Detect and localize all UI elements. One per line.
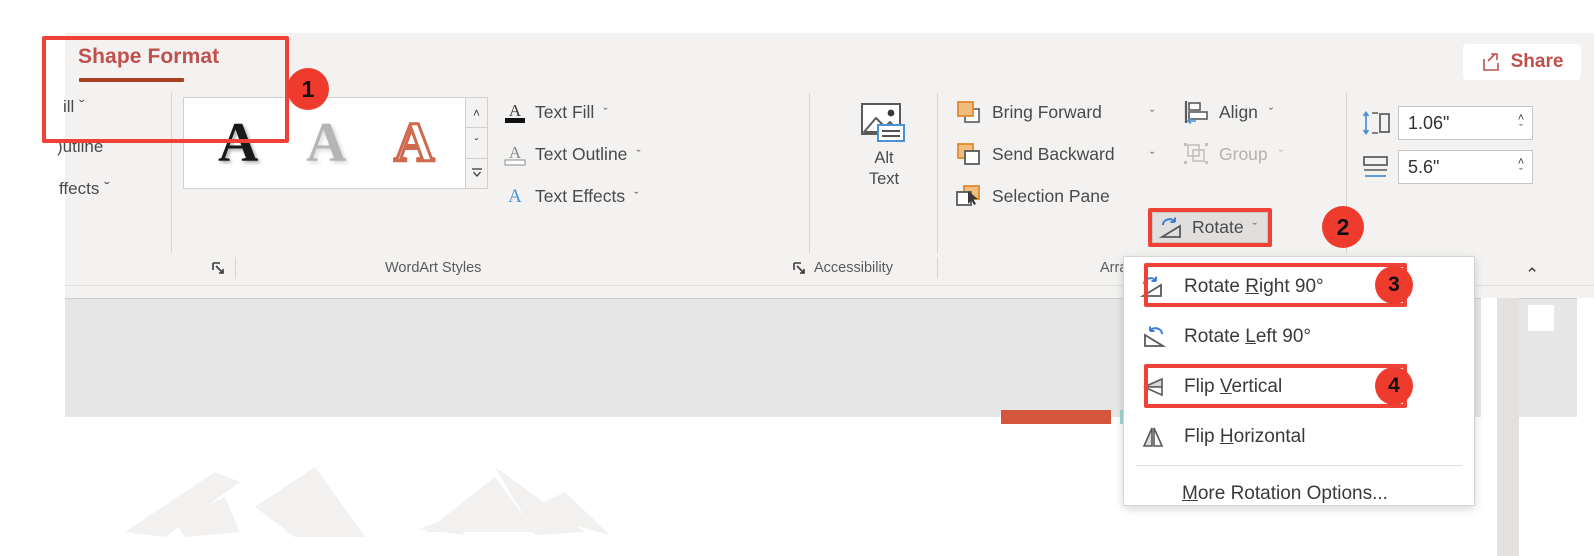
shape-height-field[interactable]: 1.06" ˄ ˇ [1398, 106, 1533, 140]
text-effects-chevron-icon[interactable]: ˇ [634, 189, 638, 204]
shape-height-icon [1362, 111, 1390, 135]
svg-text:A: A [509, 143, 522, 162]
text-effects-button[interactable]: A Text Effects ˇ [502, 183, 638, 209]
bring-forward-icon [957, 101, 980, 123]
bring-forward-button[interactable]: Bring Forward [955, 99, 1102, 125]
wordart-more-button[interactable] [466, 159, 487, 188]
powerpoint-screenshot: Shape Format Share ill ˇ )utline ˇ ffect… [0, 0, 1594, 556]
accessibility-dialog-launcher[interactable] [792, 261, 808, 277]
send-backward-icon [957, 143, 980, 165]
text-fill-button[interactable]: A Text Fill ˇ [502, 99, 608, 125]
share-button-label: Share [1510, 51, 1564, 72]
shape-height-spin-down[interactable]: ˇ [1519, 123, 1523, 134]
scroll-up-button[interactable] [1528, 305, 1554, 331]
bring-forward-chevron-icon[interactable]: ˇ [1150, 107, 1154, 122]
alt-text-label-line1: Alt [874, 149, 894, 167]
group-label-wordart-styles: WordArt Styles [385, 260, 482, 276]
shape-width-spinner[interactable]: ˄ ˇ [1510, 151, 1532, 183]
shape-width-field[interactable]: 5.6" ˄ ˇ [1398, 150, 1533, 184]
wordart-preview-2[interactable]: A [306, 115, 346, 171]
menu-item-flip-horizontal-label: Flip Horizontal [1184, 426, 1306, 447]
group-button: Group ˇ [1182, 141, 1283, 167]
wordart-scroll-down-button[interactable]: ˇ [466, 128, 487, 159]
slide-shape-orange-bar[interactable] [1001, 410, 1111, 424]
menu-item-flip-horizontal[interactable]: Flip Horizontal [1124, 412, 1474, 462]
annotation-badge-4: 4 [1375, 367, 1413, 405]
annotation-box-rotate-right-90 [1144, 263, 1407, 307]
menu-item-more-rotation-options[interactable]: More Rotation Options... [1124, 469, 1474, 519]
flip-horizontal-icon [1140, 424, 1166, 450]
annotation-badge-3: 3 [1375, 266, 1413, 304]
wordart-preview-3[interactable]: A [392, 114, 435, 173]
decorative-watermark-shapes [125, 467, 610, 537]
align-chevron-icon[interactable]: ˇ [1269, 105, 1273, 120]
text-fill-label: Text Fill [535, 101, 595, 122]
annotation-box-shape-format-tab [42, 36, 289, 143]
shape-effects-button[interactable]: ffects ˇ [59, 179, 110, 199]
menu-item-more-rotation-options-label: More Rotation Options... [1182, 483, 1388, 504]
text-effects-label: Text Effects [535, 185, 626, 206]
shape-height-spinner[interactable]: ˄ ˇ [1510, 107, 1532, 139]
send-backward-button[interactable]: Send Backward [955, 141, 1115, 167]
group-separator-3 [937, 93, 938, 253]
group-icon [1184, 143, 1208, 164]
wordart-styles-dialog-launcher[interactable] [211, 261, 227, 277]
ribbon-body: ill ˇ )utline ˇ ffects ˇ A A A ˄ ˇ A Tex… [57, 91, 1594, 268]
group-separator-2 [809, 93, 810, 253]
alt-text-button[interactable]: Alt Text [846, 95, 922, 193]
wordart-scroll-up-button[interactable]: ˄ [466, 98, 487, 129]
align-button[interactable]: Align ˇ [1182, 99, 1273, 125]
shape-width-spin-up[interactable]: ˄ [1518, 156, 1524, 167]
annotation-box-rotate-button [1148, 208, 1272, 247]
group-chevron-icon: ˇ [1278, 146, 1283, 162]
text-outline-label: Text Outline [535, 143, 628, 164]
menu-item-rotate-left-90-label: Rotate Left 90° [1184, 326, 1311, 347]
share-button[interactable]: Share [1463, 44, 1581, 80]
shape-width-spin-down[interactable]: ˇ [1519, 167, 1523, 178]
align-icon [1184, 101, 1208, 125]
wordart-more-icon [471, 168, 482, 178]
label-separator-1 [235, 257, 236, 279]
align-label: Align [1219, 101, 1258, 122]
share-icon [1482, 53, 1499, 71]
bring-forward-label: Bring Forward [992, 101, 1102, 122]
group-label-accessibility: Accessibility [814, 260, 893, 276]
menu-separator [1136, 465, 1462, 466]
canvas-right-margin [1481, 298, 1497, 556]
rotate-left-90-icon [1140, 324, 1166, 350]
alt-text-label-line2: Text [868, 169, 900, 188]
text-effects-icon: A [508, 186, 522, 207]
alt-text-image-icon [861, 103, 905, 142]
annotation-badge-2: 2 [1322, 206, 1364, 248]
text-fill-chevron-icon[interactable]: ˇ [603, 105, 607, 120]
svg-text:A: A [509, 101, 522, 120]
group-label: Group [1219, 143, 1268, 164]
annotation-badge-1: 1 [287, 68, 329, 110]
shape-width-icon [1363, 156, 1388, 177]
text-outline-chevron-icon[interactable]: ˇ [636, 147, 640, 162]
svg-text:A: A [508, 186, 522, 207]
text-fill-icon: A [505, 101, 525, 123]
send-backward-chevron-icon[interactable]: ˇ [1150, 149, 1154, 164]
menu-item-rotate-left-90[interactable]: Rotate Left 90° [1124, 312, 1474, 362]
shape-height-spin-up[interactable]: ˄ [1518, 112, 1524, 123]
annotation-box-flip-vertical [1144, 364, 1407, 408]
vertical-scrollbar[interactable] [1497, 298, 1519, 556]
selection-pane-label: Selection Pane [992, 185, 1110, 206]
label-separator-2 [937, 257, 938, 279]
selection-pane-icon [956, 185, 980, 206]
text-outline-button[interactable]: A Text Outline ˇ [502, 141, 641, 167]
text-outline-icon: A [504, 143, 526, 166]
wordart-gallery-scroll-controls: ˄ ˇ [466, 97, 488, 189]
selection-pane-button[interactable]: Selection Pane [955, 183, 1110, 209]
collapse-ribbon-chevron-icon[interactable]: ⌃ [1525, 265, 1539, 285]
shape-height-value: 1.06" [1408, 112, 1450, 133]
send-backward-label: Send Backward [992, 143, 1115, 164]
shape-width-value: 5.6" [1408, 156, 1440, 177]
